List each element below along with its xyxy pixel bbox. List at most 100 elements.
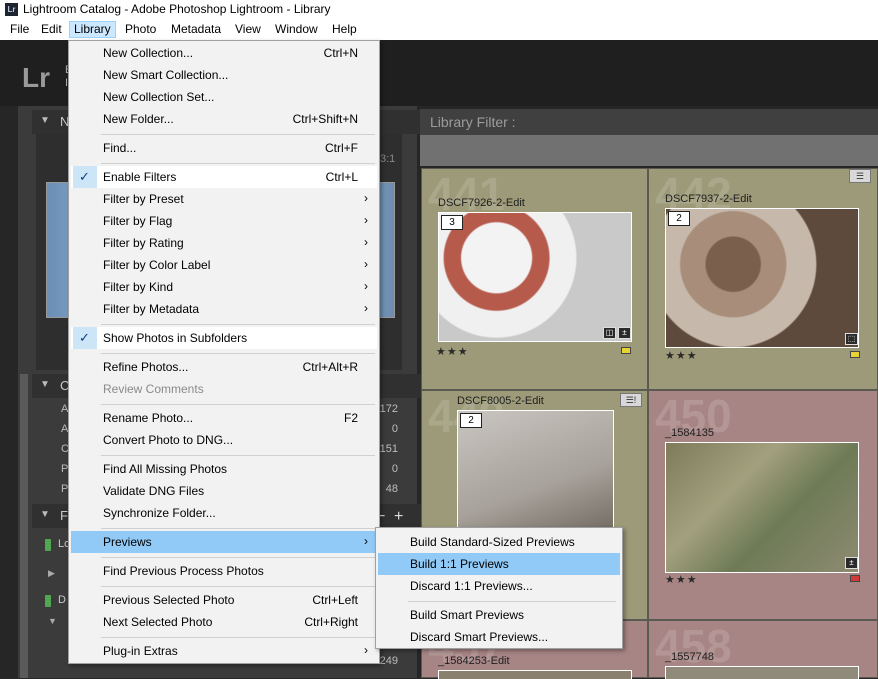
menu-item-plug-in-extras[interactable]: Plug-in Extras › xyxy=(71,640,377,662)
volume-status-icon xyxy=(45,539,51,551)
menu-item-next-selected-photo[interactable]: Next Selected Photo Ctrl+Right xyxy=(71,611,377,633)
menu-window[interactable]: Window xyxy=(271,21,322,38)
menu-item-refine-photos[interactable]: Refine Photos... Ctrl+Alt+R xyxy=(71,356,377,378)
grid-cell[interactable]: 450 _1584135 ± ★★★ xyxy=(648,390,878,620)
menu-item-review-comments: Review Comments xyxy=(103,382,204,396)
submenu-item-discard-smart-previews[interactable]: Discard Smart Previews... xyxy=(378,626,620,648)
file-name: DSCF8005-2-Edit xyxy=(457,395,544,407)
menu-item-new-collection[interactable]: New Collection... Ctrl+N xyxy=(71,42,377,64)
submenu-arrow-icon: › xyxy=(364,235,368,249)
menu-item-find-previous-process-photos[interactable]: Find Previous Process Photos xyxy=(71,560,377,582)
submenu-item-discard-1-1-previews[interactable]: Discard 1:1 Previews... xyxy=(378,575,620,597)
menu-item-find[interactable]: Find... Ctrl+F xyxy=(71,137,377,159)
submenu-arrow-icon: › xyxy=(364,191,368,205)
library-filter-label: Library Filter : xyxy=(430,114,516,130)
menu-separator xyxy=(101,163,375,164)
menu-item-filter-by-rating[interactable]: Filter by Rating › xyxy=(71,232,377,254)
submenu-item-build-standard-sized-previews[interactable]: Build Standard-Sized Previews xyxy=(378,531,620,553)
folders-title: F xyxy=(60,508,68,523)
star-rating[interactable]: ★★★ xyxy=(665,573,698,586)
expand-triangle-icon[interactable]: ▶ xyxy=(48,568,55,579)
menu-separator xyxy=(408,601,616,602)
file-name: DSCF7937-2-Edit xyxy=(665,193,752,205)
submenu-arrow-icon: › xyxy=(364,643,368,657)
menu-library[interactable]: Library xyxy=(69,21,116,38)
menu-item-validate-dng-files[interactable]: Validate DNG Files xyxy=(71,480,377,502)
library-filter-bar: Library Filter : xyxy=(420,109,878,135)
star-rating[interactable]: ★★★ xyxy=(665,349,698,362)
menu-separator xyxy=(101,586,375,587)
menu-item-previews[interactable]: Previews › xyxy=(71,531,377,553)
menu-item-filter-by-metadata[interactable]: Filter by Metadata › xyxy=(71,298,377,320)
submenu-arrow-icon: › xyxy=(364,301,368,315)
lightroom-app-icon: Lr xyxy=(5,3,18,16)
submenu-arrow-icon: › xyxy=(364,257,368,271)
menu-item-filter-by-preset[interactable]: Filter by Preset › xyxy=(71,188,377,210)
navigator-zoom-level[interactable]: 3:1 xyxy=(380,153,395,165)
submenu-arrow-icon: › xyxy=(364,213,368,227)
submenu-item-build-smart-previews[interactable]: Build Smart Previews xyxy=(378,604,620,626)
menu-item-previous-selected-photo[interactable]: Previous Selected Photo Ctrl+Left xyxy=(71,589,377,611)
develop-settings-badge-icon[interactable]: ± xyxy=(845,557,858,569)
stack-count-badge[interactable]: 2 xyxy=(460,413,482,428)
menu-item-new-collection-set[interactable]: New Collection Set... xyxy=(71,86,377,108)
crop-badge-icon[interactable]: ⬚ xyxy=(845,333,858,345)
menu-bar: File Edit Library Photo Metadata View Wi… xyxy=(0,19,878,40)
menu-item-filter-by-color-label[interactable]: Filter by Color Label › xyxy=(71,254,377,276)
menu-metadata[interactable]: Metadata xyxy=(167,21,225,38)
grid-cell[interactable]: 441 DSCF7926-2-Edit 3 ◫ ± ★★★ xyxy=(421,168,648,390)
menu-item-new-folder[interactable]: New Folder... Ctrl+Shift+N xyxy=(71,108,377,130)
menu-item-enable-filters[interactable]: ✓ Enable Filters Ctrl+L xyxy=(71,166,377,188)
menu-item-filter-by-flag[interactable]: Filter by Flag › xyxy=(71,210,377,232)
file-name: _1584135 xyxy=(665,427,714,439)
photo-thumbnail[interactable] xyxy=(438,212,632,342)
submenu-arrow-icon: › xyxy=(364,534,368,548)
stack-count-badge[interactable]: 2 xyxy=(668,211,690,226)
menu-item-synchronize-folder[interactable]: Synchronize Folder... xyxy=(71,502,377,524)
checkmark-icon: ✓ xyxy=(79,169,90,184)
stack-count-badge[interactable]: 3 xyxy=(441,215,463,230)
photo-thumbnail[interactable] xyxy=(665,666,859,679)
window-title: Lightroom Catalog - Adobe Photoshop Ligh… xyxy=(23,2,331,16)
menu-photo[interactable]: Photo xyxy=(121,21,160,38)
menu-edit[interactable]: Edit xyxy=(37,21,66,38)
library-menu: New Collection... Ctrl+N New Smart Collec… xyxy=(68,40,380,664)
menu-item-find-all-missing-photos[interactable]: Find All Missing Photos xyxy=(71,458,377,480)
color-label-red[interactable] xyxy=(850,575,860,582)
file-name: _1584253-Edit xyxy=(438,655,510,667)
menu-item-filter-by-kind[interactable]: Filter by Kind › xyxy=(71,276,377,298)
menu-item-new-smart-collection[interactable]: New Smart Collection... xyxy=(71,64,377,86)
menu-item-convert-photo-to-dng[interactable]: Convert Photo to DNG... xyxy=(71,429,377,451)
volume-status-icon xyxy=(45,595,51,607)
add-folder-icon[interactable]: + xyxy=(394,508,403,526)
metadata-badge-icon[interactable]: ☰! xyxy=(620,393,642,407)
collapse-triangle-icon[interactable]: ▼ xyxy=(40,379,50,390)
photo-thumbnail[interactable] xyxy=(665,208,859,348)
star-rating[interactable]: ★★★ xyxy=(436,345,469,358)
title-bar: Lr Lightroom Catalog - Adobe Photoshop L… xyxy=(0,0,878,19)
menu-separator xyxy=(101,134,375,135)
collection-badge-icon[interactable]: ◫ xyxy=(603,327,616,339)
color-label-yellow[interactable] xyxy=(850,351,860,358)
menu-view[interactable]: View xyxy=(231,21,265,38)
menu-separator xyxy=(101,404,375,405)
menu-separator xyxy=(101,455,375,456)
flag-badge-icon[interactable]: ☰ xyxy=(849,169,871,183)
file-name: DSCF7926-2-Edit xyxy=(438,197,525,209)
collapse-triangle-icon[interactable]: ▼ xyxy=(40,115,50,126)
grid-cell[interactable]: 458 _1557748 xyxy=(648,620,878,679)
color-label-yellow[interactable] xyxy=(621,347,631,354)
file-name: _1557748 xyxy=(665,651,714,663)
menu-item-rename-photo[interactable]: Rename Photo... F2 xyxy=(71,407,377,429)
menu-help[interactable]: Help xyxy=(328,21,361,38)
photo-thumbnail[interactable] xyxy=(665,442,859,573)
menu-separator xyxy=(101,324,375,325)
collapse-triangle-icon[interactable]: ▼ xyxy=(40,509,50,520)
submenu-item-build-1-1-previews[interactable]: Build 1:1 Previews xyxy=(378,553,620,575)
expand-triangle-icon[interactable]: ▼ xyxy=(48,616,57,626)
left-panel-scrollbar[interactable] xyxy=(20,374,28,678)
develop-settings-badge-icon[interactable]: ± xyxy=(618,327,631,339)
grid-cell[interactable]: 442 DSCF7937-2-Edit ☰ 2 ⬚ ★★★ xyxy=(648,168,878,390)
menu-file[interactable]: File xyxy=(6,21,33,38)
menu-item-show-photos-in-subfolders[interactable]: ✓ Show Photos in Subfolders xyxy=(71,327,377,349)
